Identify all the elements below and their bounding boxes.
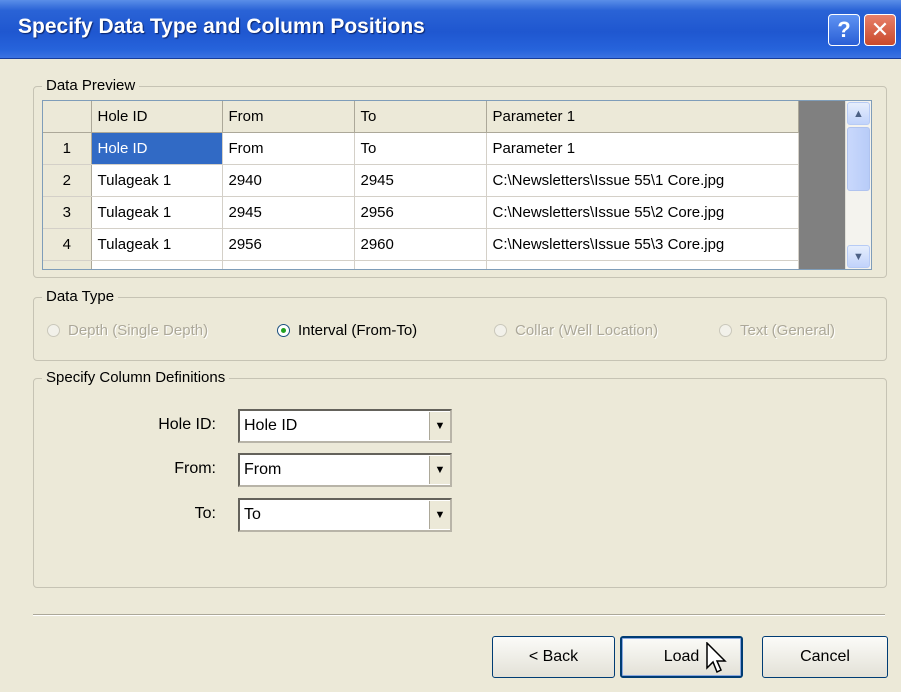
column-header[interactable]: To (354, 101, 487, 133)
close-icon: ✕ (870, 17, 890, 42)
to-value: To (244, 506, 261, 523)
data-preview-grid[interactable]: Hole ID From To Parameter 1 1 Hole ID Fr… (42, 100, 872, 270)
scroll-thumb[interactable] (847, 127, 870, 191)
chevron-down-icon: ▼ (853, 250, 864, 263)
grid-cell[interactable]: From (222, 132, 355, 165)
help-icon: ? (837, 17, 851, 42)
cancel-button[interactable]: Cancel (762, 636, 888, 678)
radio-indicator[interactable] (719, 324, 732, 337)
grid-cell[interactable]: 2945 (354, 164, 487, 197)
grid-gutter (798, 164, 846, 197)
column-header[interactable]: Parameter 1 (486, 101, 799, 133)
radio-text[interactable]: Text (General) (719, 322, 835, 339)
column-definitions-group: Specify Column Definitions (33, 369, 887, 588)
radio-label: Interval (From-To) (298, 322, 418, 339)
grid-gutter (798, 101, 846, 133)
from-select[interactable]: From ▼ (238, 453, 452, 487)
close-button[interactable]: ✕ (864, 14, 896, 46)
grid-cell[interactable]: 2960 (354, 228, 487, 261)
grid-cell[interactable] (354, 260, 487, 269)
vertical-scrollbar[interactable]: ▲ ▼ (845, 101, 871, 269)
scroll-down-button[interactable]: ▼ (847, 245, 870, 268)
header-row: Hole ID From To Parameter 1 (43, 101, 846, 133)
grid-cell[interactable]: C:\Newsletters\Issue 55\1 Core.jpg (486, 164, 799, 197)
data-type-label: Data Type (42, 288, 119, 305)
table-row-partial[interactable] (43, 260, 846, 269)
table-row[interactable]: 3 Tulageak 1 2945 2956 C:\Newsletters\Is… (43, 196, 846, 229)
row-number[interactable]: 4 (43, 228, 92, 261)
column-header[interactable]: From (222, 101, 355, 133)
data-preview-label: Data Preview (42, 77, 140, 94)
radio-collar[interactable]: Collar (Well Location) (494, 322, 658, 339)
to-select[interactable]: To ▼ (238, 498, 452, 532)
grid-cell[interactable] (91, 260, 223, 269)
grid-cell[interactable]: Tulageak 1 (91, 164, 223, 197)
row-number[interactable]: 3 (43, 196, 92, 229)
corner-cell[interactable] (43, 101, 92, 133)
grid-cell[interactable]: C:\Newsletters\Issue 55\3 Core.jpg (486, 228, 799, 261)
grid-cell[interactable]: Hole ID (91, 132, 223, 165)
grid-cell[interactable]: Tulageak 1 (91, 196, 223, 229)
grid-cell[interactable]: To (354, 132, 487, 165)
preview-table: Hole ID From To Parameter 1 1 Hole ID Fr… (43, 101, 846, 269)
table-row[interactable]: 4 Tulageak 1 2956 2960 C:\Newsletters\Is… (43, 228, 846, 261)
radio-label: Collar (Well Location) (515, 322, 659, 339)
radio-depth[interactable]: Depth (Single Depth) (47, 322, 208, 339)
grid-gutter (798, 196, 846, 229)
grid-cell[interactable]: 2940 (222, 164, 355, 197)
column-definitions-label: Specify Column Definitions (42, 369, 230, 386)
help-button[interactable]: ? (828, 14, 860, 46)
grid-cell[interactable] (222, 260, 355, 269)
row-number[interactable]: 2 (43, 164, 92, 197)
table-row[interactable]: 2 Tulageak 1 2940 2945 C:\Newsletters\Is… (43, 164, 846, 197)
grid-gutter (798, 228, 846, 261)
grid-gutter (798, 260, 846, 269)
grid-cell[interactable]: 2945 (222, 196, 355, 229)
grid-cell[interactable]: Tulageak 1 (91, 228, 223, 261)
hole-id-label: Hole ID: (158, 416, 216, 433)
hole-id-select[interactable]: Hole ID ▼ (238, 409, 452, 443)
radio-indicator[interactable] (277, 324, 290, 337)
row-number[interactable]: 1 (43, 132, 92, 165)
window-title: Specify Data Type and Column Positions (18, 15, 425, 38)
back-button[interactable]: < Back (492, 636, 615, 678)
grid-cell[interactable]: Parameter 1 (486, 132, 799, 165)
table-row[interactable]: 1 Hole ID From To Parameter 1 (43, 132, 846, 165)
from-label: From: (174, 460, 216, 477)
radio-interval[interactable]: Interval (From-To) (277, 322, 417, 339)
radio-indicator[interactable] (47, 324, 60, 337)
mouse-cursor-icon (706, 642, 727, 674)
grid-cell[interactable]: 2956 (354, 196, 487, 229)
dropdown-arrow-icon[interactable]: ▼ (429, 412, 450, 440)
footer-divider (33, 614, 885, 616)
hole-id-value: Hole ID (244, 417, 298, 434)
row-number[interactable] (43, 260, 92, 269)
radio-indicator[interactable] (494, 324, 507, 337)
column-header[interactable]: Hole ID (91, 101, 223, 133)
scroll-up-button[interactable]: ▲ (847, 102, 870, 125)
dropdown-arrow-icon[interactable]: ▼ (429, 456, 450, 484)
radio-label: Text (General) (740, 322, 836, 339)
title-bar[interactable]: Specify Data Type and Column Positions ?… (0, 0, 901, 59)
grid-gutter (798, 132, 846, 165)
dropdown-arrow-icon[interactable]: ▼ (429, 501, 450, 529)
grid-cell[interactable] (486, 260, 799, 269)
grid-cell[interactable]: 2956 (222, 228, 355, 261)
to-label: To: (194, 505, 216, 522)
radio-label: Depth (Single Depth) (68, 322, 209, 339)
grid-cell[interactable]: C:\Newsletters\Issue 55\2 Core.jpg (486, 196, 799, 229)
from-value: From (244, 461, 282, 478)
chevron-up-icon: ▲ (853, 107, 864, 120)
